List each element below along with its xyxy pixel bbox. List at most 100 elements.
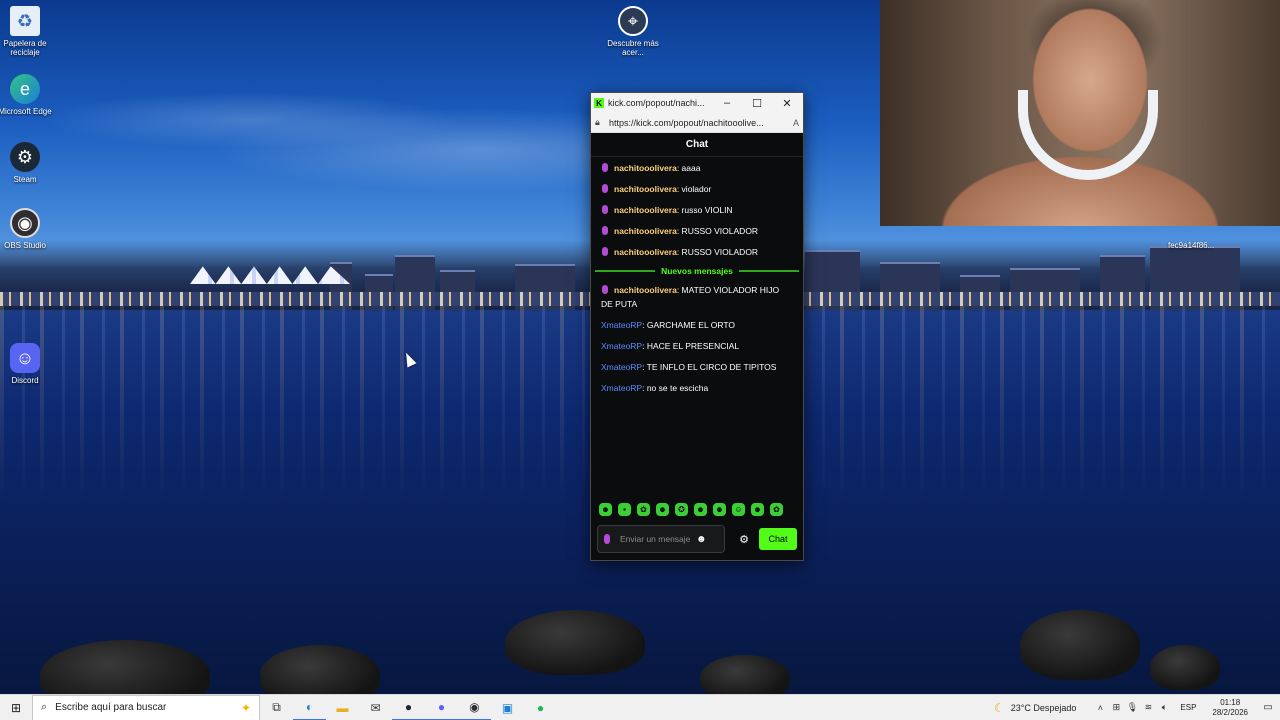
chat-username[interactable]: XmateoRP bbox=[601, 383, 642, 393]
chat-messages: nachitooolivera: aaaa nachitooolivera: vi… bbox=[591, 157, 803, 395]
chat-message: XmateoRP: TE INFLO EL CIRCO DE TIPITOS bbox=[601, 360, 793, 374]
desktop-icon-edge[interactable]: e Microsoft Edge bbox=[0, 74, 55, 116]
microphone-icon[interactable]: 🎙︎ bbox=[1124, 702, 1140, 713]
taskbar-steam-icon[interactable]: ● bbox=[392, 695, 425, 720]
emote-9-icon[interactable]: ☻ bbox=[751, 503, 764, 516]
send-chat-button[interactable]: Chat bbox=[759, 528, 797, 550]
chat-message: nachitooolivera: aaaa bbox=[601, 161, 793, 175]
divider-line bbox=[595, 270, 656, 272]
desktop-icon-discord[interactable]: ☺ Discord bbox=[0, 343, 55, 385]
weather-widget[interactable]: ☾ 23°C Despejado bbox=[994, 701, 1076, 715]
chat-username[interactable]: XmateoRP bbox=[601, 320, 642, 330]
taskbar-search[interactable]: ⌕ Escribe aquí para buscar ✦ bbox=[32, 694, 260, 720]
chat-username[interactable]: nachitooolivera bbox=[614, 247, 677, 257]
desktop-icon-recycle-bin[interactable]: ♻ Papelera de reciclaje bbox=[0, 6, 55, 57]
clock[interactable]: 01:18 28/2/2026 bbox=[1212, 698, 1248, 718]
discover-icon: ⌖ bbox=[618, 6, 648, 36]
spotify-icon[interactable]: ● bbox=[524, 695, 557, 720]
emote-1-icon[interactable]: ☻ bbox=[599, 503, 612, 516]
emote-10-icon[interactable]: ✿ bbox=[770, 503, 783, 516]
network-icon[interactable]: ⊞ bbox=[1108, 702, 1124, 713]
chat-message-text: : TE INFLO EL CIRCO DE TIPITOS bbox=[642, 362, 777, 372]
chat-username[interactable]: nachitooolivera bbox=[614, 205, 677, 215]
chat-message: nachitooolivera: RUSSO VIOLADOR bbox=[601, 245, 793, 259]
steam-icon: ⚙ bbox=[10, 142, 40, 172]
read-aloud-icon[interactable]: A bbox=[787, 118, 799, 128]
taskbar-edge-icon[interactable]: ◐ bbox=[293, 695, 326, 720]
emote-2-icon[interactable]: ▪ bbox=[618, 503, 631, 516]
chat-username[interactable]: nachitooolivera bbox=[614, 184, 677, 194]
emote-7-icon[interactable]: ☻ bbox=[713, 503, 726, 516]
chat-message: nachitooolivera: MATEO VIOLADOR HIJO DE … bbox=[601, 283, 793, 311]
emote-4-icon[interactable]: ☻ bbox=[656, 503, 669, 516]
chat-message-text: : no se te escicha bbox=[642, 383, 709, 393]
search-icon: ⌕ bbox=[41, 701, 48, 713]
microphone-badge-icon bbox=[602, 205, 608, 214]
lock-icon[interactable]: 🔒︎ bbox=[595, 117, 609, 128]
taskbar-obs-icon[interactable]: ◉ bbox=[458, 695, 491, 720]
language-indicator[interactable]: ESP bbox=[1180, 703, 1196, 712]
desktop-icon-steam[interactable]: ⚙ Steam bbox=[0, 142, 55, 184]
chat-message-text: : aaaa bbox=[676, 163, 701, 173]
desktop-icon-label: Papelera de reciclaje bbox=[3, 39, 47, 57]
chat-message: XmateoRP: HACE EL PRESENCIAL bbox=[601, 339, 793, 353]
chat-username[interactable]: nachitooolivera bbox=[614, 226, 677, 236]
microphone-badge-icon bbox=[602, 247, 608, 256]
close-button[interactable]: ✕ bbox=[772, 93, 802, 113]
chat-settings-gear-icon[interactable]: ⚙ bbox=[731, 533, 757, 546]
chat-username[interactable]: XmateoRP bbox=[601, 341, 642, 351]
window-title: kick.com/popout/nachi... bbox=[608, 98, 705, 108]
emoji-picker-icon[interactable]: ☻ bbox=[696, 534, 707, 545]
desktop-icon-label: Discord bbox=[11, 376, 39, 385]
speaker-icon[interactable]: 🔈︎ bbox=[1156, 702, 1172, 713]
clock-time: 01:18 bbox=[1220, 697, 1241, 707]
microphone-badge-icon bbox=[602, 163, 608, 172]
chat-username[interactable]: XmateoRP bbox=[601, 362, 642, 372]
chat-message: nachitooolivera: RUSSO VIOLADOR bbox=[601, 224, 793, 238]
edge-icon: e bbox=[10, 74, 40, 104]
taskbar-discord-icon[interactable]: ● bbox=[425, 695, 458, 720]
chat-message-text: : RUSSO VIOLADOR bbox=[676, 226, 759, 236]
task-view-icon[interactable]: ⧉ bbox=[260, 695, 293, 720]
chat-message: nachitooolivera: russo VIOLIN bbox=[601, 203, 793, 217]
wifi-icon[interactable]: ≋ bbox=[1140, 702, 1156, 713]
emote-5-icon[interactable]: ✪ bbox=[675, 503, 688, 516]
chat-username[interactable]: nachitooolivera bbox=[614, 285, 677, 295]
address-bar[interactable]: 🔒︎ https://kick.com/popout/nachitooolive… bbox=[591, 113, 803, 133]
maximize-button[interactable]: ☐ bbox=[742, 93, 772, 113]
chat-message: XmateoRP: GARCHAME EL ORTO bbox=[601, 318, 793, 332]
chat-username[interactable]: nachitooolivera bbox=[614, 163, 677, 173]
start-button[interactable]: ⊞ bbox=[0, 695, 32, 720]
clock-date: 28/2/2026 bbox=[1212, 707, 1248, 717]
url-text[interactable]: https://kick.com/popout/nachitooolive... bbox=[609, 118, 787, 128]
window-titlebar[interactable]: K kick.com/popout/nachi... – ☐ ✕ bbox=[591, 93, 803, 113]
desktop-icon-label: Steam bbox=[13, 175, 37, 184]
emote-8-icon[interactable]: ☺ bbox=[732, 503, 745, 516]
desktop-icon-obs[interactable]: ◉ OBS Studio bbox=[0, 208, 55, 250]
desktop-icon-label: Descubre más acer... bbox=[607, 39, 659, 57]
new-messages-label: Nuevos mensajes bbox=[661, 266, 733, 276]
chat-message-text: : RUSSO VIOLADOR bbox=[676, 247, 759, 257]
emote-3-icon[interactable]: ✿ bbox=[637, 503, 650, 516]
webcam-overlay-tag: fec9a14f86... bbox=[1168, 241, 1215, 250]
desktop-icon-discover[interactable]: ⌖ Descubre más acer... bbox=[603, 6, 663, 57]
moon-icon: ☾ bbox=[993, 700, 1005, 715]
minimize-button[interactable]: – bbox=[712, 93, 742, 113]
message-input[interactable]: Enviar un mensaje ☻ bbox=[597, 525, 725, 553]
rock bbox=[700, 655, 790, 694]
sparkle-icon[interactable]: ✦ bbox=[241, 701, 251, 715]
weather-text: 23°C Despejado bbox=[1010, 702, 1077, 713]
webcam-overlay bbox=[880, 0, 1280, 226]
headset bbox=[1018, 90, 1158, 180]
chevron-up-icon[interactable]: ˄ bbox=[1092, 703, 1108, 713]
chat-message-text: : violador bbox=[676, 184, 712, 194]
file-explorer-icon[interactable]: ▬ bbox=[326, 695, 359, 720]
mail-icon[interactable]: ✉ bbox=[359, 695, 392, 720]
microphone-badge-icon bbox=[602, 226, 608, 235]
emote-bar: ☻ ▪ ✿ ☻ ✪ ☻ ☻ ☺ ☻ ✿ bbox=[599, 503, 783, 516]
notification-icon[interactable]: ▭ bbox=[1256, 702, 1280, 713]
recycle-bin-icon: ♻ bbox=[10, 6, 40, 36]
emote-6-icon[interactable]: ☻ bbox=[694, 503, 707, 516]
store-icon[interactable]: ▣ bbox=[491, 695, 524, 720]
message-input-placeholder: Enviar un mensaje bbox=[620, 534, 691, 544]
